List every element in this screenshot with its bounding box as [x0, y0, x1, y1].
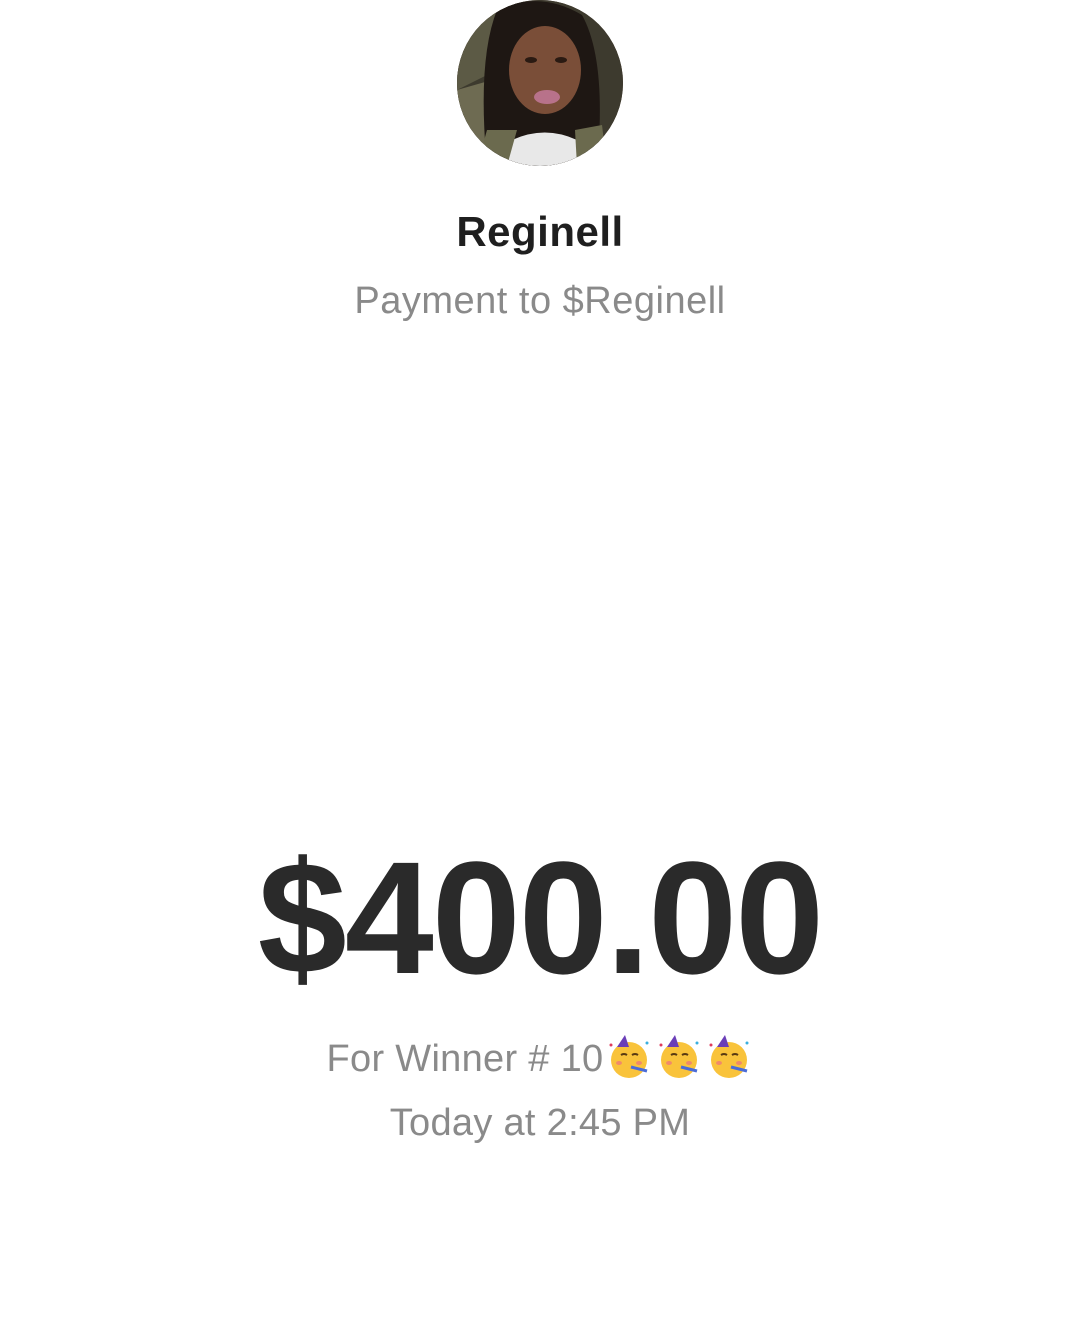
payment-note-text: For Winner # 10	[326, 1038, 604, 1080]
partying-face-icon	[609, 1035, 649, 1078]
payment-subtitle: Payment to $Reginell	[354, 280, 726, 322]
avatar-photo	[457, 0, 623, 166]
recipient-name: Reginell	[456, 208, 624, 255]
partying-face-icon	[659, 1035, 699, 1078]
payment-timestamp: Today at 2:45 PM	[389, 1102, 691, 1144]
payment-amount: $400.00	[257, 828, 824, 1007]
partying-face-icon	[709, 1035, 749, 1078]
payment-note: For Winner # 10	[0, 1033, 1080, 1081]
avatar[interactable]	[457, 0, 623, 166]
